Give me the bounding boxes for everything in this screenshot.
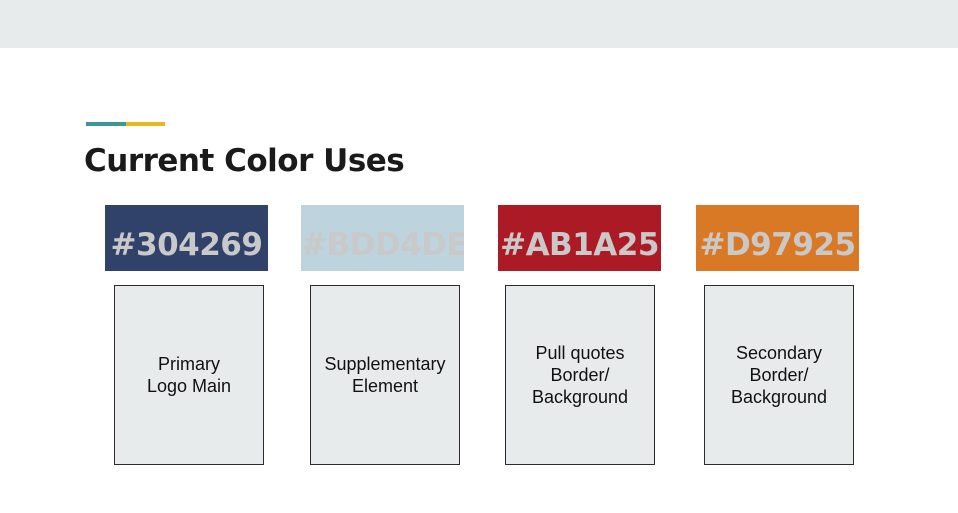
- usage-card-navy: Primary Logo Main: [114, 285, 264, 465]
- title-accent-line: [86, 122, 165, 126]
- swatch-code-orange: #D97925: [699, 227, 856, 263]
- accent-segment-yellow: [126, 122, 165, 126]
- usage-label-red: Pull quotes Border/ Background: [531, 343, 629, 407]
- swatch-red: #AB1A25: [498, 205, 661, 271]
- swatch-navy: #304269: [105, 205, 268, 271]
- top-bar: [0, 0, 958, 48]
- usage-card-red: Pull quotes Border/ Background: [505, 285, 655, 465]
- usage-card-orange: Secondary Border/ Background: [704, 285, 854, 465]
- page-title: Current Color Uses: [84, 143, 405, 179]
- usage-label-light-blue: Supplementary Element: [324, 354, 446, 396]
- usage-label-orange: Secondary Border/ Background: [730, 343, 828, 407]
- swatch-code-navy: #304269: [110, 227, 263, 263]
- usage-card-light-blue: Supplementary Element: [310, 285, 460, 465]
- accent-segment-teal: [86, 122, 126, 126]
- usage-label-navy: Primary Logo Main: [146, 354, 232, 396]
- swatch-orange: #D97925: [696, 205, 859, 271]
- swatch-light-blue: #BDD4DE: [301, 205, 464, 271]
- swatch-code-red: #AB1A25: [500, 227, 659, 263]
- swatch-code-light-blue: #BDD4DE: [301, 227, 464, 263]
